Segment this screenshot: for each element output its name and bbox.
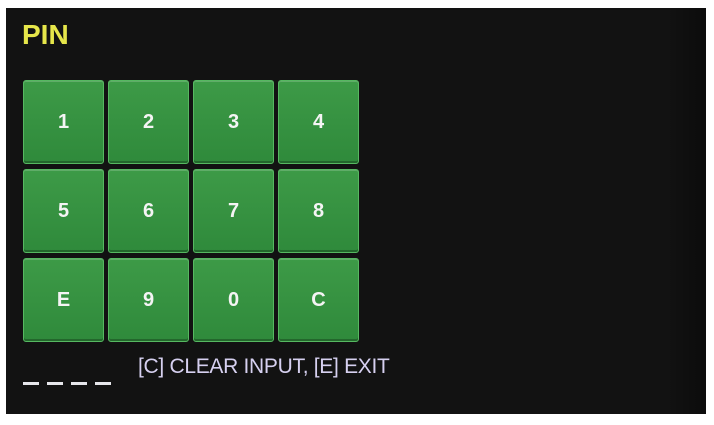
key-2[interactable]: 2 bbox=[108, 80, 189, 164]
pin-keypad: 1 2 3 4 5 6 7 8 E 9 0 C bbox=[23, 80, 359, 342]
clear-key[interactable]: C bbox=[278, 258, 359, 342]
pin-digit-slot bbox=[95, 382, 111, 385]
exit-key[interactable]: E bbox=[23, 258, 104, 342]
pin-digit-slot bbox=[47, 382, 63, 385]
key-8[interactable]: 8 bbox=[278, 169, 359, 253]
pin-screen: PIN 1 2 3 4 5 6 7 8 E 9 0 C [C] CLEAR IN… bbox=[6, 8, 706, 414]
pin-digit-slot bbox=[23, 382, 39, 385]
key-9[interactable]: 9 bbox=[108, 258, 189, 342]
key-7[interactable]: 7 bbox=[193, 169, 274, 253]
key-1[interactable]: 1 bbox=[23, 80, 104, 164]
page-title: PIN bbox=[22, 19, 69, 50]
pin-input-display bbox=[23, 382, 111, 385]
key-3[interactable]: 3 bbox=[193, 80, 274, 164]
key-6[interactable]: 6 bbox=[108, 169, 189, 253]
pin-digit-slot bbox=[71, 382, 87, 385]
key-0[interactable]: 0 bbox=[193, 258, 274, 342]
instructions-text: [C] CLEAR INPUT, [E] EXIT bbox=[138, 355, 390, 378]
key-4[interactable]: 4 bbox=[278, 80, 359, 164]
key-5[interactable]: 5 bbox=[23, 169, 104, 253]
